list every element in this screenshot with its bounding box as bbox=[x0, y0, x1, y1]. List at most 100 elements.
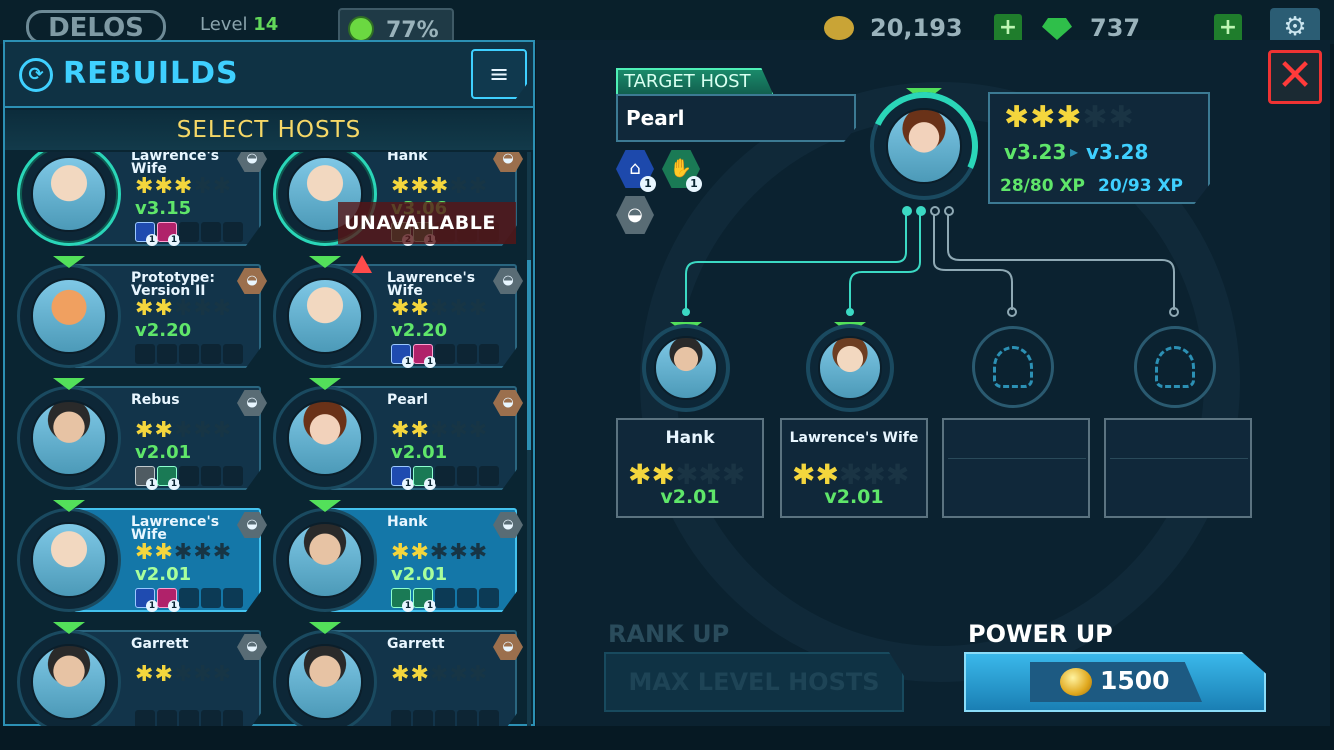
host-name: Garrett bbox=[387, 636, 445, 652]
star-icon: ✱ bbox=[135, 662, 155, 687]
skill-slots: 11 bbox=[135, 466, 245, 490]
target-stats: ✱✱✱✱✱ v3.23 ▸ v3.28 28/80 XP 20/93 XP bbox=[988, 92, 1210, 204]
slot-1-portrait bbox=[654, 336, 718, 400]
empty-skill-slot bbox=[157, 710, 177, 726]
slot-indicator-filled bbox=[916, 206, 926, 216]
empty-skill-slot bbox=[479, 344, 499, 364]
star-icon: ✱ bbox=[391, 296, 411, 321]
host-card[interactable]: Garrett ◒ ✱✱✱✱✱ bbox=[9, 622, 267, 726]
star-icon: ✱ bbox=[410, 418, 430, 443]
slot-1-name: Hank bbox=[665, 428, 715, 448]
power-up-label: POWER UP bbox=[968, 620, 1113, 648]
level-marker-icon bbox=[309, 378, 341, 390]
host-version: v2.01 bbox=[135, 442, 192, 463]
empty-skill-slot bbox=[179, 466, 199, 486]
skill-count: 1 bbox=[686, 176, 702, 192]
star-icon: ✱ bbox=[1056, 100, 1083, 135]
target-host-tab: TARGET HOST bbox=[616, 68, 774, 96]
target-host-name: Pearl bbox=[616, 94, 856, 142]
close-button[interactable]: ✕ bbox=[1268, 50, 1322, 104]
empty-star-icon: ✱ bbox=[468, 174, 489, 199]
empty-skill-slot bbox=[457, 466, 477, 486]
host-version: v2.01 bbox=[391, 564, 448, 585]
host-name: Hank bbox=[387, 514, 428, 530]
host-version: v3.15 bbox=[135, 198, 192, 219]
host-card[interactable]: Rebus ◒ ✱✱✱✱✱ v2.01 1 1 bbox=[9, 378, 267, 492]
level-marker-icon bbox=[53, 256, 85, 268]
empty-skill-slot bbox=[391, 710, 411, 726]
empty-star-icon: ✱ bbox=[212, 174, 233, 199]
star-icon: ✱ bbox=[410, 174, 430, 199]
skill-slots: 11 bbox=[391, 466, 501, 490]
skill-icon: 1 bbox=[157, 588, 180, 612]
host-card[interactable]: Garrett ◒ ✱✱✱✱✱ bbox=[265, 622, 523, 726]
current-version: v3.23 bbox=[1004, 140, 1067, 164]
level-marker-icon bbox=[309, 500, 341, 512]
panel-title: REBUILDS bbox=[63, 56, 239, 91]
host-card[interactable]: Lawrence's Wife ◒ ✱✱✱✱✱ v3.15 1 1 bbox=[9, 152, 267, 248]
empty-star-icon: ✱ bbox=[449, 174, 469, 199]
star-icon: ✱ bbox=[154, 296, 174, 321]
host-name: Lawrence's Wife bbox=[387, 270, 476, 299]
skill-icon: 1 bbox=[413, 344, 436, 368]
empty-star-icon: ✱ bbox=[193, 418, 213, 443]
slot-2-card[interactable]: Lawrence's Wife ✱✱✱✱✱ v2.01 bbox=[780, 418, 928, 518]
empty-star-icon: ✱ bbox=[429, 540, 450, 565]
empty-star-icon: ✱ bbox=[468, 540, 489, 565]
host-list-scrollbar[interactable] bbox=[527, 152, 531, 726]
gem-count: 737 bbox=[1090, 14, 1141, 42]
empty-star-icon: ✱ bbox=[193, 296, 213, 321]
star-icon: ✱ bbox=[410, 540, 430, 565]
empty-star-icon: ✱ bbox=[173, 418, 194, 443]
next-version: v3.28 bbox=[1086, 140, 1149, 164]
slot-3-card[interactable] bbox=[942, 418, 1090, 518]
empty-star-icon: ✱ bbox=[449, 296, 469, 321]
level-marker-icon bbox=[309, 256, 341, 268]
slot-1-card[interactable]: Hank ✱✱✱✱✱ v2.01 bbox=[616, 418, 764, 518]
skill-slots bbox=[135, 710, 245, 726]
host-card[interactable]: Pearl ◒ ✱✱✱✱✱ v2.01 1 1 bbox=[265, 378, 523, 492]
skill-slots: 11 bbox=[135, 588, 245, 612]
empty-skill-slot bbox=[479, 466, 499, 486]
empty-star-icon: ✱ bbox=[429, 662, 450, 687]
slot-indicator-empty bbox=[930, 206, 940, 216]
star-icon: ✱ bbox=[135, 174, 155, 199]
host-card[interactable]: Lawrence's Wife ◒ ✱✱✱✱✱ v2.01 1 1 bbox=[9, 500, 267, 614]
skill-icon: 1 bbox=[391, 466, 414, 490]
empty-skill-slot bbox=[201, 344, 221, 364]
skill-icon: 1 bbox=[413, 466, 436, 490]
empty-star-icon: ✱ bbox=[212, 662, 233, 687]
star-icon: ✱ bbox=[391, 662, 411, 687]
host-card[interactable]: Lawrence's Wife ◒ ✱✱✱✱✱ v2.20 1 1 bbox=[265, 256, 523, 370]
arrow-right-icon: ▸ bbox=[1070, 142, 1079, 161]
slot-indicator-empty bbox=[944, 206, 954, 216]
host-name: Pearl bbox=[387, 392, 428, 408]
empty-star-icon: ✱ bbox=[449, 418, 469, 443]
empty-star-icon: ✱ bbox=[193, 540, 213, 565]
unavailable-banner: UNAVAILABLE bbox=[338, 202, 516, 273]
target-portrait bbox=[886, 108, 962, 184]
panel-subtitle: SELECT HOSTS bbox=[5, 110, 533, 150]
slot-2-portrait bbox=[818, 336, 882, 400]
scrollbar-thumb[interactable] bbox=[527, 260, 531, 450]
host-portrait bbox=[31, 278, 107, 354]
slot-4-card[interactable] bbox=[1104, 418, 1252, 518]
skill-slots: 11 bbox=[135, 222, 245, 246]
level-marker-icon bbox=[309, 622, 341, 634]
host-name: Prototype: Version II bbox=[131, 270, 216, 299]
empty-skill-slot bbox=[457, 344, 477, 364]
empty-host-icon bbox=[993, 346, 1033, 388]
host-card[interactable]: Prototype: Version II ◒ ✱✱✱✱✱ v2.20 bbox=[9, 256, 267, 370]
slot-indicator-filled bbox=[902, 206, 912, 216]
sort-button[interactable]: ≡ bbox=[471, 49, 527, 99]
skill-icon: 1 bbox=[413, 588, 436, 612]
empty-star-icon: ✱ bbox=[468, 296, 489, 321]
star-icon: ✱ bbox=[135, 418, 155, 443]
host-portrait bbox=[31, 644, 107, 720]
host-card[interactable]: Hank ◒ ✱✱✱✱✱ v2.01 1 1 bbox=[265, 500, 523, 614]
host-portrait bbox=[31, 522, 107, 598]
host-version: v2.01 bbox=[391, 442, 448, 463]
skill-count: 1 bbox=[640, 176, 656, 192]
max-level-hosts-button[interactable]: MAX LEVEL HOSTS bbox=[604, 652, 904, 712]
skill-slots: 11 bbox=[391, 588, 501, 612]
